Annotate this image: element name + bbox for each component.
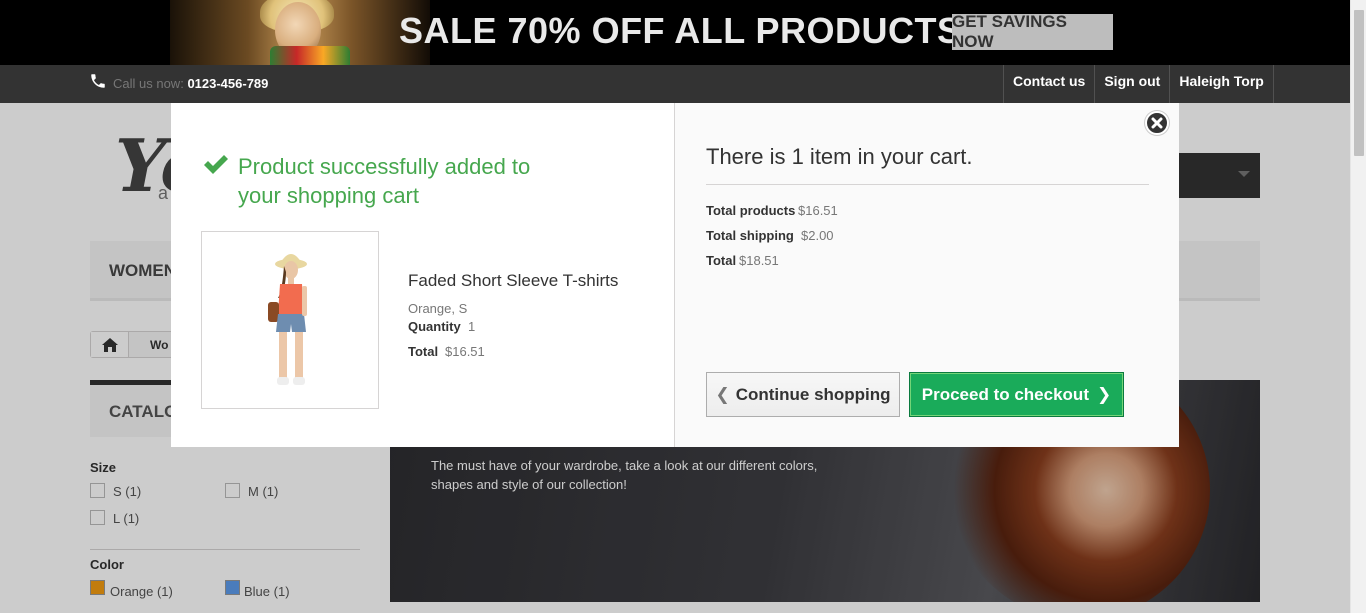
success-message: Product successfully added to your shopp… (238, 154, 531, 208)
cart-total-value: $18.51 (739, 253, 779, 268)
scrollbar-thumb[interactable] (1354, 10, 1364, 156)
quantity-value: 1 (468, 319, 476, 334)
chevron-right-icon: ❯ (1096, 384, 1112, 404)
product-total-value: $16.51 (445, 344, 485, 359)
call-label: Call us now: (113, 76, 184, 91)
proceed-to-checkout-label: Proceed to checkout (921, 384, 1089, 404)
total-shipping-value: $2.00 (801, 228, 834, 243)
banner-model-image (170, 0, 430, 65)
total-shipping-label: Total shipping (706, 228, 794, 243)
sign-out-link[interactable]: Sign out (1094, 65, 1169, 103)
cart-count-text: There is 1 item in your cart. (706, 144, 973, 169)
banner-headline: SALE 70% OFF ALL PRODUCTS (399, 10, 962, 51)
chevron-left-icon: ❮ (715, 384, 730, 404)
product-name: Faded Short Sleeve T-shirts (408, 271, 619, 290)
check-icon (204, 155, 228, 174)
get-savings-button[interactable]: GET SAVINGS NOW (952, 12, 1113, 51)
page-scrollbar[interactable] (1350, 0, 1366, 613)
continue-shopping-button[interactable]: ❮ Continue shopping (706, 372, 900, 417)
modal-product-panel: Product successfully added to your shopp… (171, 103, 675, 447)
phone-number: 0123-456-789 (187, 76, 269, 91)
account-links: Contact us Sign out Haleigh Torp (1003, 65, 1274, 103)
total-products-value: $16.51 (798, 203, 838, 218)
cart-divider (706, 184, 1149, 185)
phone-icon (91, 74, 105, 88)
total-products-label: Total products (706, 203, 796, 218)
close-icon[interactable] (1145, 111, 1169, 135)
proceed-to-checkout-button[interactable]: Proceed to checkout ❯ (909, 372, 1124, 417)
continue-shopping-label: Continue shopping (735, 384, 891, 404)
promo-banner[interactable]: SALE 70% OFF ALL PRODUCTS GET SAVINGS NO… (0, 0, 1350, 65)
add-to-cart-modal: Product successfully added to your shopp… (171, 103, 1179, 447)
account-name-link[interactable]: Haleigh Torp (1169, 65, 1274, 103)
quantity-label: Quantity (408, 319, 461, 334)
product-total-label: Total (408, 344, 439, 359)
top-navbar: Call us now: 0123-456-789 Contact us Sig… (0, 65, 1350, 103)
call-us-text: Call us now: 0123-456-789 (113, 76, 268, 91)
contact-us-link[interactable]: Contact us (1003, 65, 1094, 103)
product-image (201, 231, 379, 409)
cart-total-label: Total (706, 253, 737, 268)
product-attributes: Orange, S (408, 301, 468, 316)
